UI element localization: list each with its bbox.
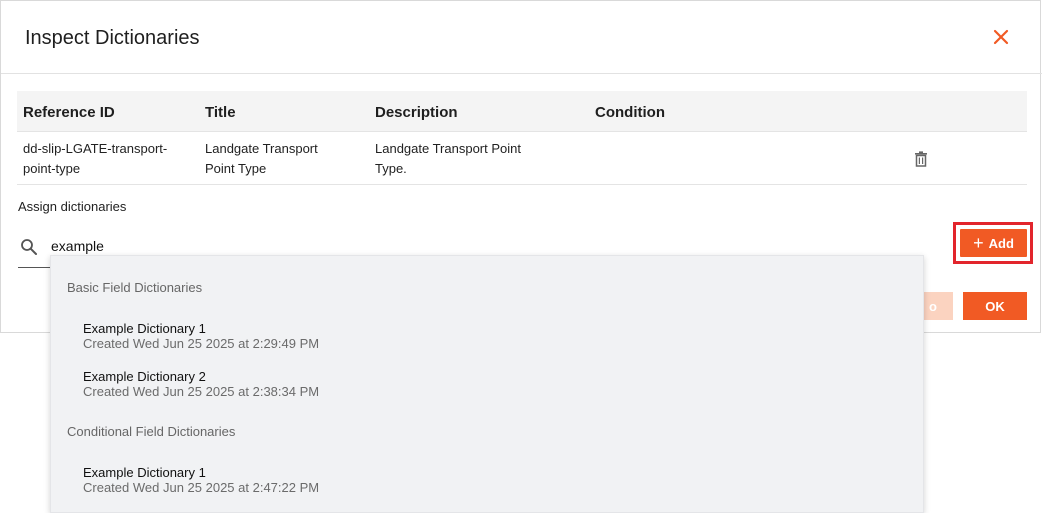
search-icon <box>21 239 37 255</box>
cell-description: Landgate Transport Point Type. <box>375 141 521 176</box>
option-created: Created Wed Jun 25 2025 at 2:29:49 PM <box>83 336 320 351</box>
dialog-header: Inspect Dictionaries <box>1 1 1042 74</box>
option-name: Example Dictionary 1 <box>83 321 206 336</box>
option-name: Example Dictionary 2 <box>83 369 206 384</box>
dropdown-option[interactable]: Example Dictionary 1 Created Wed Jun 25 … <box>83 465 903 495</box>
assign-dictionaries-label: Assign dictionaries <box>18 199 127 214</box>
dictionaries-table: Reference ID Title Description Condition… <box>17 91 1027 185</box>
option-created: Created Wed Jun 25 2025 at 2:38:34 PM <box>83 384 320 399</box>
dictionary-search-dropdown: Basic Field Dictionaries Example Diction… <box>50 255 924 513</box>
group-header-basic: Basic Field Dictionaries <box>67 280 203 295</box>
search-field-underline <box>18 230 51 268</box>
plus-icon: + <box>973 232 984 253</box>
cell-reference-id: dd-slip-LGATE-transport-point-type <box>23 141 168 176</box>
trash-icon[interactable] <box>914 151 928 167</box>
add-button[interactable]: + Add <box>960 229 1027 257</box>
close-icon[interactable] <box>990 26 1012 48</box>
table-header-row: Reference ID Title Description Condition <box>17 91 1027 132</box>
dialog-title: Inspect Dictionaries <box>25 27 200 49</box>
ok-button[interactable]: OK <box>963 292 1027 320</box>
option-name: Example Dictionary 1 <box>83 465 206 480</box>
column-header-title: Title <box>205 104 236 121</box>
dropdown-option[interactable]: Example Dictionary 2 Created Wed Jun 25 … <box>83 369 903 399</box>
option-created: Created Wed Jun 25 2025 at 2:47:22 PM <box>83 480 320 495</box>
add-button-label: Add <box>988 235 1014 251</box>
group-header-conditional: Conditional Field Dictionaries <box>67 424 236 439</box>
dropdown-option[interactable]: Example Dictionary 1 Created Wed Jun 25 … <box>83 321 903 351</box>
cell-title: Landgate Transport Point Type <box>205 141 318 176</box>
column-header-reference-id: Reference ID <box>23 104 115 121</box>
column-header-description: Description <box>375 104 458 121</box>
column-header-condition: Condition <box>595 104 665 121</box>
table-row: dd-slip-LGATE-transport-point-type Landg… <box>17 132 1027 185</box>
